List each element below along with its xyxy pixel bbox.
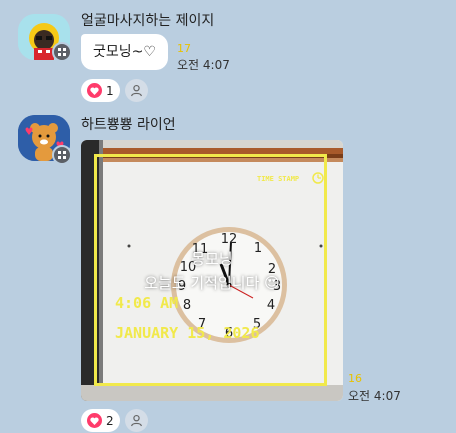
reaction-count: 1: [106, 83, 114, 98]
heart-icon: [87, 83, 102, 98]
timestamp-date: JANUARY 15, 2026: [115, 324, 260, 342]
photo-message[interactable]: 12 1 2 345 678 9 10 11 TIME STAMP 몽모닝 오늘도 기적…: [81, 140, 343, 401]
unread-count: 17: [177, 42, 191, 55]
person-icon: [130, 84, 142, 97]
svg-text:4: 4: [267, 298, 275, 313]
timestamp-label: TIME STAMP: [257, 175, 300, 183]
clock-photo: 1212 345 678 91011: [81, 140, 343, 401]
reaction-bar: 2: [81, 409, 148, 432]
reaction-count: 2: [106, 413, 114, 428]
svg-text:12: 12: [221, 232, 238, 247]
heart-reaction-chip[interactable]: 1: [81, 79, 120, 102]
reaction-bar: 1: [81, 79, 148, 102]
unread-count: 16: [348, 372, 362, 385]
message-time: 오전 4:07: [348, 389, 401, 403]
profile-badge-icon: [52, 42, 72, 62]
heart-icon: [87, 413, 102, 428]
profile-badge-icon: [52, 145, 72, 165]
add-reaction-button[interactable]: [124, 409, 148, 432]
add-reaction-button[interactable]: [124, 79, 148, 102]
message-bubble[interactable]: 굿모닝~♡: [81, 34, 168, 70]
person-icon: [130, 414, 142, 427]
heart-reaction-chip[interactable]: 2: [81, 409, 120, 432]
photo-caption-line2: 오늘도 기적입니다 😍: [144, 274, 280, 292]
sender-name: 얼굴마사지하는 제이지: [81, 13, 215, 29]
svg-text:8: 8: [183, 298, 191, 313]
message-time: 오전 4:07: [177, 58, 230, 72]
sender-name: 하트뿅뿅 라이언: [81, 117, 176, 133]
photo-caption-line1: 몽모닝: [191, 250, 233, 268]
timestamp-time: 4:06 AM: [115, 294, 179, 312]
